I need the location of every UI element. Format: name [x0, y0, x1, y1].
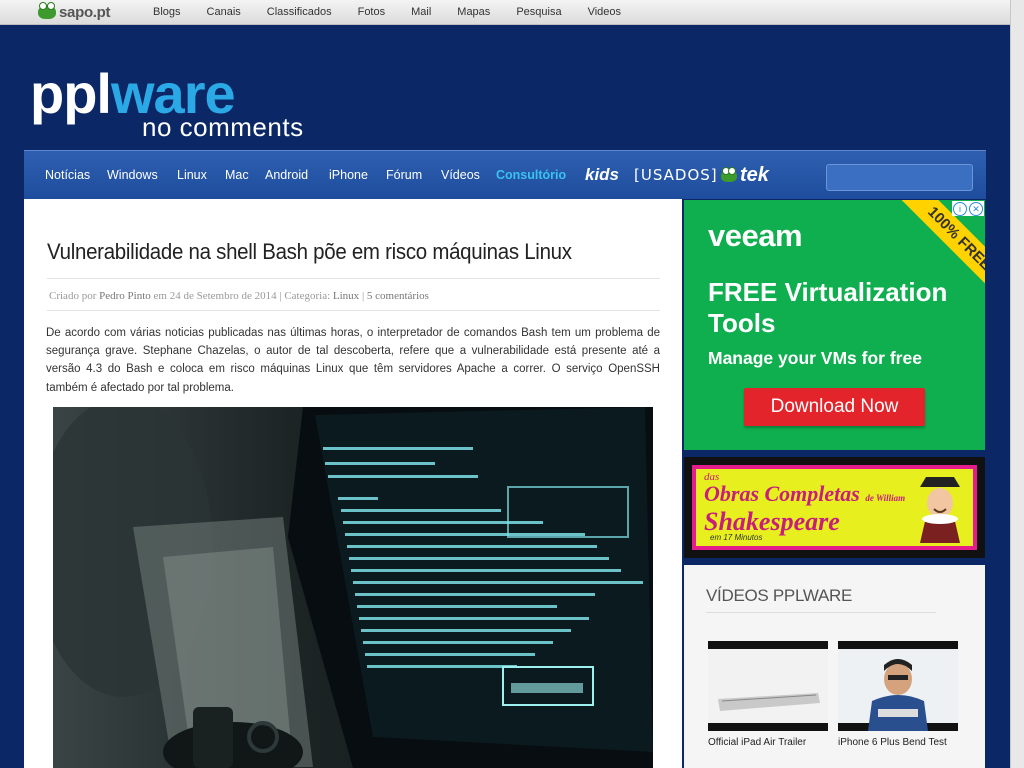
sapo-nav-pesquisa[interactable]: Pesquisa	[516, 6, 561, 18]
adchoices-icon[interactable]: i ✕	[952, 201, 984, 216]
ad-veeam[interactable]: veeam 100% FREE i ✕ FREE Virtualization T…	[684, 200, 985, 450]
nav-tek[interactable]: tek	[721, 151, 769, 199]
logo-ppl: ppl	[30, 62, 112, 125]
nav-linux[interactable]: Linux	[177, 151, 207, 199]
article-body: De acordo com várias noticias publicadas…	[46, 327, 660, 394]
sapo-nav-videos[interactable]: Videos	[588, 6, 621, 18]
ad-veeam-headline: FREE Virtualization Tools	[708, 277, 948, 338]
page-scrollbar[interactable]	[1010, 0, 1024, 768]
article-image-terminal[interactable]	[53, 407, 653, 768]
sapo-nav: Blogs Canais Classificados Fotos Mail Ma…	[140, 0, 634, 24]
main-nav: Notícias Windows Linux Mac Android iPhon…	[24, 150, 986, 199]
sapo-logo[interactable]: sapo.pt	[38, 2, 111, 22]
title-divider	[47, 278, 660, 279]
nav-videos[interactable]: Vídeos	[441, 151, 480, 199]
nav-forum[interactable]: Fórum	[386, 151, 422, 199]
nav-iphone[interactable]: iPhone	[329, 151, 368, 199]
videos-section: VÍDEOS PPLWARE Official iPad Air Trailer…	[684, 565, 985, 768]
shakespeare-portrait-icon	[920, 477, 960, 543]
nav-android[interactable]: Android	[265, 151, 308, 199]
videos-heading: VÍDEOS PPLWARE	[706, 586, 853, 605]
sapo-nav-canais[interactable]: Canais	[207, 6, 241, 18]
ad-veeam-sub: Manage your VMs for free	[708, 348, 922, 368]
video-thumb-ipad[interactable]	[708, 641, 828, 731]
search-input[interactable]	[826, 164, 973, 191]
nav-noticias[interactable]: Notícias	[45, 151, 90, 199]
category-link[interactable]: Linux	[333, 290, 359, 302]
shk-obras: Obras Completas de William	[704, 481, 906, 506]
sapo-nav-mail[interactable]: Mail	[411, 6, 431, 18]
shk-minutos: em 17 Minutos	[710, 533, 763, 542]
iphone-thumb-icon	[838, 641, 958, 731]
sapo-nav-blogs[interactable]: Blogs	[153, 6, 181, 18]
video-thumb-iphone[interactable]	[838, 641, 958, 731]
meta-date: em 24 de Setembro de 2014 | Categoria:	[153, 290, 331, 302]
nav-usados[interactable]: [USADOS]	[634, 151, 718, 199]
author-link[interactable]: Pedro Pinto	[99, 290, 151, 302]
sapo-nav-classificados[interactable]: Classificados	[267, 6, 332, 18]
nav-tek-label: tek	[740, 164, 769, 186]
nav-windows[interactable]: Windows	[107, 151, 158, 199]
nav-kids[interactable]: kids	[585, 151, 619, 199]
sapo-logo-text: sapo.pt	[59, 3, 111, 21]
article-meta: Criado por Pedro Pinto em 24 de Setembro…	[49, 290, 429, 302]
sapo-nav-fotos[interactable]: Fotos	[358, 6, 386, 18]
nav-consultorio[interactable]: Consultório	[496, 151, 566, 199]
download-now-button[interactable]: Download Now	[744, 388, 925, 426]
tek-frog-icon	[721, 167, 737, 182]
ipad-thumb-icon	[708, 641, 828, 731]
pplware-logo[interactable]: pplware no comments	[30, 66, 303, 143]
article-main: Vulnerabilidade na shell Bash põe em ris…	[24, 199, 682, 768]
video-caption-iphone[interactable]: iPhone 6 Plus Bend Test	[838, 737, 947, 748]
logo-tagline: no comments	[142, 112, 304, 142]
terminal-photo-icon	[53, 407, 653, 768]
nav-mac[interactable]: Mac	[225, 151, 249, 199]
video-caption-ipad[interactable]: Official iPad Air Trailer	[708, 737, 806, 748]
sapo-frog-icon	[38, 2, 56, 19]
meta-criado: Criado por	[49, 290, 97, 302]
comments-link[interactable]: 5 comentários	[367, 290, 429, 302]
ad-shakespeare[interactable]: das Obras Completas de William Shakespea…	[684, 457, 985, 558]
article-title[interactable]: Vulnerabilidade na shell Bash põe em ris…	[47, 239, 572, 265]
sapo-nav-mapas[interactable]: Mapas	[457, 6, 490, 18]
veeam-logo: veeam	[708, 218, 803, 253]
meta-divider	[47, 310, 660, 311]
sapo-top-bar: sapo.pt Blogs Canais Classificados Fotos…	[0, 0, 1011, 25]
